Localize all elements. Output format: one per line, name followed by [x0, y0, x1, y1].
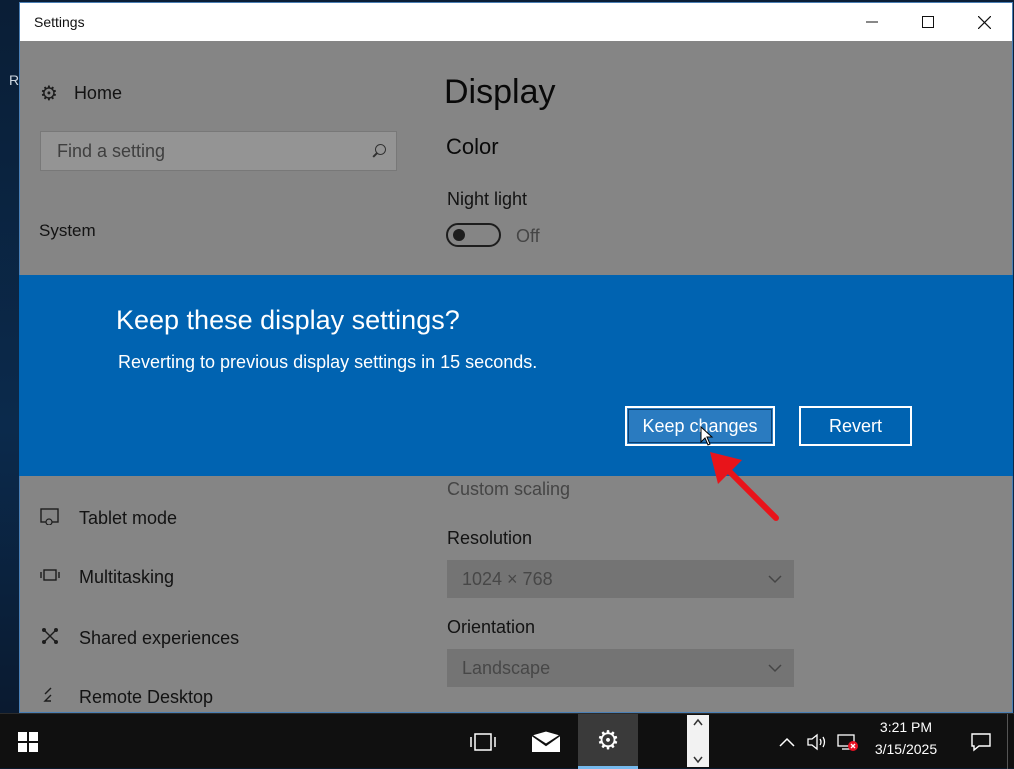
network-disconnected-icon	[837, 733, 858, 751]
volume-icon	[807, 733, 826, 750]
volume-button[interactable]	[806, 714, 830, 769]
chevron-up-icon	[779, 737, 795, 747]
minimize-icon	[866, 21, 878, 23]
task-view-button[interactable]	[460, 714, 506, 769]
clock-time: 3:21 PM	[879, 719, 933, 735]
chevron-down-icon[interactable]	[693, 756, 703, 764]
windows-logo-icon	[17, 731, 38, 752]
window-title: Settings	[34, 14, 85, 30]
window-controls	[844, 3, 1012, 41]
show-desktop-divider[interactable]	[1007, 714, 1008, 769]
taskbar-scroll[interactable]	[687, 715, 709, 767]
close-button[interactable]	[956, 3, 1012, 41]
taskbar: ⚙ 3:21 PM 3/15/2025	[0, 713, 1014, 769]
mail-icon	[531, 730, 561, 752]
maximize-button[interactable]	[900, 3, 956, 41]
mail-app-button[interactable]	[521, 714, 571, 769]
maximize-icon	[922, 16, 934, 28]
dialog-message: Reverting to previous display settings i…	[118, 352, 538, 372]
annotation-arrow-icon	[710, 452, 779, 521]
title-bar[interactable]: Settings	[20, 3, 1012, 41]
close-icon	[977, 15, 991, 29]
clock-date: 3/15/2025	[874, 741, 938, 757]
notification-icon	[971, 732, 991, 751]
gear-icon: ⚙	[596, 724, 620, 755]
desktop-edge-text: R	[9, 72, 20, 88]
minimize-button[interactable]	[844, 3, 900, 41]
task-view-icon	[470, 732, 496, 751]
keep-display-settings-dialog: Keep these display settings? Reverting t…	[19, 275, 1013, 476]
revert-button[interactable]: Revert	[799, 406, 912, 446]
dialog-title: Keep these display settings?	[116, 305, 460, 335]
network-button[interactable]	[836, 714, 860, 769]
start-button[interactable]	[0, 714, 55, 769]
show-hidden-icons-button[interactable]	[778, 714, 796, 769]
chevron-up-icon[interactable]	[693, 718, 703, 726]
action-center-button[interactable]	[955, 714, 1007, 769]
settings-app-button[interactable]: ⚙	[578, 714, 638, 769]
taskbar-clock[interactable]: 3:21 PM 3/15/2025	[862, 716, 950, 760]
